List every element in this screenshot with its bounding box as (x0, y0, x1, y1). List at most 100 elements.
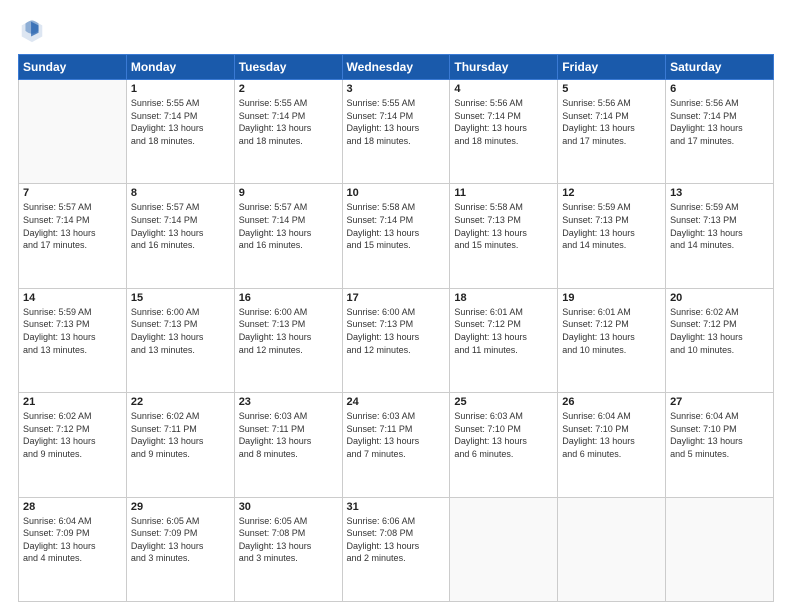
day-number: 7 (23, 187, 122, 199)
calendar-cell: 11 Sunrise: 5:58 AM Sunset: 7:13 PM Dayli… (450, 184, 558, 288)
day-number: 10 (347, 187, 446, 199)
day-number: 8 (131, 187, 230, 199)
day-info: Sunrise: 6:02 AM Sunset: 7:12 PM Dayligh… (23, 410, 122, 460)
day-number: 29 (131, 501, 230, 513)
day-info: Sunrise: 6:00 AM Sunset: 7:13 PM Dayligh… (131, 306, 230, 356)
weekday-header-friday: Friday (558, 55, 666, 80)
weekday-header-wednesday: Wednesday (342, 55, 450, 80)
weekday-header-saturday: Saturday (666, 55, 774, 80)
day-number: 21 (23, 396, 122, 408)
day-info: Sunrise: 5:57 AM Sunset: 7:14 PM Dayligh… (239, 201, 338, 251)
weekday-header-monday: Monday (126, 55, 234, 80)
day-number: 31 (347, 501, 446, 513)
calendar-cell: 16 Sunrise: 6:00 AM Sunset: 7:13 PM Dayli… (234, 288, 342, 392)
calendar-cell: 2 Sunrise: 5:55 AM Sunset: 7:14 PM Daylig… (234, 80, 342, 184)
day-number: 26 (562, 396, 661, 408)
day-number: 30 (239, 501, 338, 513)
calendar-cell: 6Sunrise: 5:56 AM Sunset: 7:14 PM Daylig… (666, 80, 774, 184)
day-info: Sunrise: 5:59 AM Sunset: 7:13 PM Dayligh… (670, 201, 769, 251)
calendar-cell: 31 Sunrise: 6:06 AM Sunset: 7:08 PM Dayli… (342, 497, 450, 601)
calendar-cell (450, 497, 558, 601)
day-number: 19 (562, 292, 661, 304)
day-info: Sunrise: 5:56 AM Sunset: 7:14 PM Dayligh… (454, 97, 553, 147)
calendar-cell: 24Sunrise: 6:03 AM Sunset: 7:11 PM Dayli… (342, 393, 450, 497)
day-info: Sunrise: 5:58 AM Sunset: 7:14 PM Dayligh… (347, 201, 446, 251)
day-info: Sunrise: 5:57 AM Sunset: 7:14 PM Dayligh… (131, 201, 230, 251)
day-info: Sunrise: 6:03 AM Sunset: 7:11 PM Dayligh… (239, 410, 338, 460)
day-number: 2 (239, 83, 338, 95)
calendar-cell: 4 Sunrise: 5:56 AM Sunset: 7:14 PM Daylig… (450, 80, 558, 184)
day-info: Sunrise: 6:03 AM Sunset: 7:10 PM Dayligh… (454, 410, 553, 460)
calendar-week-row: 14 Sunrise: 5:59 AM Sunset: 7:13 PM Dayli… (19, 288, 774, 392)
calendar-cell: 1 Sunrise: 5:55 AM Sunset: 7:14 PM Daylig… (126, 80, 234, 184)
day-number: 13 (670, 187, 769, 199)
day-number: 23 (239, 396, 338, 408)
day-info: Sunrise: 6:05 AM Sunset: 7:09 PM Dayligh… (131, 515, 230, 565)
day-number: 25 (454, 396, 553, 408)
day-info: Sunrise: 6:02 AM Sunset: 7:11 PM Dayligh… (131, 410, 230, 460)
day-info: Sunrise: 5:56 AM Sunset: 7:14 PM Dayligh… (562, 97, 661, 147)
calendar-cell: 9 Sunrise: 5:57 AM Sunset: 7:14 PM Daylig… (234, 184, 342, 288)
calendar-cell: 8 Sunrise: 5:57 AM Sunset: 7:14 PM Daylig… (126, 184, 234, 288)
day-number: 18 (454, 292, 553, 304)
day-info: Sunrise: 6:03 AM Sunset: 7:11 PM Dayligh… (347, 410, 446, 460)
weekday-header-tuesday: Tuesday (234, 55, 342, 80)
calendar-cell: 26 Sunrise: 6:04 AM Sunset: 7:10 PM Dayli… (558, 393, 666, 497)
day-number: 28 (23, 501, 122, 513)
day-number: 20 (670, 292, 769, 304)
day-info: Sunrise: 6:00 AM Sunset: 7:13 PM Dayligh… (347, 306, 446, 356)
calendar-cell: 22 Sunrise: 6:02 AM Sunset: 7:11 PM Dayli… (126, 393, 234, 497)
calendar-cell: 12 Sunrise: 5:59 AM Sunset: 7:13 PM Dayli… (558, 184, 666, 288)
calendar-cell: 21 Sunrise: 6:02 AM Sunset: 7:12 PM Dayli… (19, 393, 127, 497)
day-info: Sunrise: 5:58 AM Sunset: 7:13 PM Dayligh… (454, 201, 553, 251)
calendar-cell: 7 Sunrise: 5:57 AM Sunset: 7:14 PM Daylig… (19, 184, 127, 288)
day-number: 12 (562, 187, 661, 199)
calendar-cell (19, 80, 127, 184)
calendar-cell: 29 Sunrise: 6:05 AM Sunset: 7:09 PM Dayli… (126, 497, 234, 601)
calendar-cell: 10 Sunrise: 5:58 AM Sunset: 7:14 PM Dayli… (342, 184, 450, 288)
calendar-week-row: 28 Sunrise: 6:04 AM Sunset: 7:09 PM Dayli… (19, 497, 774, 601)
calendar-cell: 28 Sunrise: 6:04 AM Sunset: 7:09 PM Dayli… (19, 497, 127, 601)
day-number: 15 (131, 292, 230, 304)
day-number: 1 (131, 83, 230, 95)
calendar-cell: 18 Sunrise: 6:01 AM Sunset: 7:12 PM Dayli… (450, 288, 558, 392)
weekday-header-thursday: Thursday (450, 55, 558, 80)
day-info: Sunrise: 6:01 AM Sunset: 7:12 PM Dayligh… (454, 306, 553, 356)
day-info: Sunrise: 6:05 AM Sunset: 7:08 PM Dayligh… (239, 515, 338, 565)
calendar-cell: 13 Sunrise: 5:59 AM Sunset: 7:13 PM Dayli… (666, 184, 774, 288)
day-info: Sunrise: 5:59 AM Sunset: 7:13 PM Dayligh… (23, 306, 122, 356)
calendar-cell: 23 Sunrise: 6:03 AM Sunset: 7:11 PM Dayli… (234, 393, 342, 497)
logo-icon (18, 16, 46, 44)
calendar-cell (666, 497, 774, 601)
day-info: Sunrise: 5:55 AM Sunset: 7:14 PM Dayligh… (239, 97, 338, 147)
day-info: Sunrise: 6:02 AM Sunset: 7:12 PM Dayligh… (670, 306, 769, 356)
calendar-cell: 25 Sunrise: 6:03 AM Sunset: 7:10 PM Dayli… (450, 393, 558, 497)
day-number: 9 (239, 187, 338, 199)
day-info: Sunrise: 6:00 AM Sunset: 7:13 PM Dayligh… (239, 306, 338, 356)
calendar-week-row: 7 Sunrise: 5:57 AM Sunset: 7:14 PM Daylig… (19, 184, 774, 288)
day-info: Sunrise: 6:04 AM Sunset: 7:10 PM Dayligh… (562, 410, 661, 460)
day-number: 16 (239, 292, 338, 304)
day-info: Sunrise: 6:01 AM Sunset: 7:12 PM Dayligh… (562, 306, 661, 356)
logo (18, 16, 50, 44)
day-info: Sunrise: 5:57 AM Sunset: 7:14 PM Dayligh… (23, 201, 122, 251)
day-info: Sunrise: 5:55 AM Sunset: 7:14 PM Dayligh… (131, 97, 230, 147)
calendar-table: SundayMondayTuesdayWednesdayThursdayFrid… (18, 54, 774, 602)
day-number: 3 (347, 83, 446, 95)
day-number: 14 (23, 292, 122, 304)
calendar-cell: 27 Sunrise: 6:04 AM Sunset: 7:10 PM Dayli… (666, 393, 774, 497)
calendar-cell: 5 Sunrise: 5:56 AM Sunset: 7:14 PM Daylig… (558, 80, 666, 184)
day-info: Sunrise: 6:06 AM Sunset: 7:08 PM Dayligh… (347, 515, 446, 565)
day-info: Sunrise: 5:59 AM Sunset: 7:13 PM Dayligh… (562, 201, 661, 251)
calendar-week-row: 21 Sunrise: 6:02 AM Sunset: 7:12 PM Dayli… (19, 393, 774, 497)
calendar-week-row: 1 Sunrise: 5:55 AM Sunset: 7:14 PM Daylig… (19, 80, 774, 184)
day-number: 11 (454, 187, 553, 199)
day-number: 22 (131, 396, 230, 408)
day-number: 4 (454, 83, 553, 95)
day-info: Sunrise: 5:55 AM Sunset: 7:14 PM Dayligh… (347, 97, 446, 147)
day-info: Sunrise: 6:04 AM Sunset: 7:10 PM Dayligh… (670, 410, 769, 460)
day-info: Sunrise: 6:04 AM Sunset: 7:09 PM Dayligh… (23, 515, 122, 565)
header (18, 16, 774, 44)
day-number: 5 (562, 83, 661, 95)
day-number: 27 (670, 396, 769, 408)
